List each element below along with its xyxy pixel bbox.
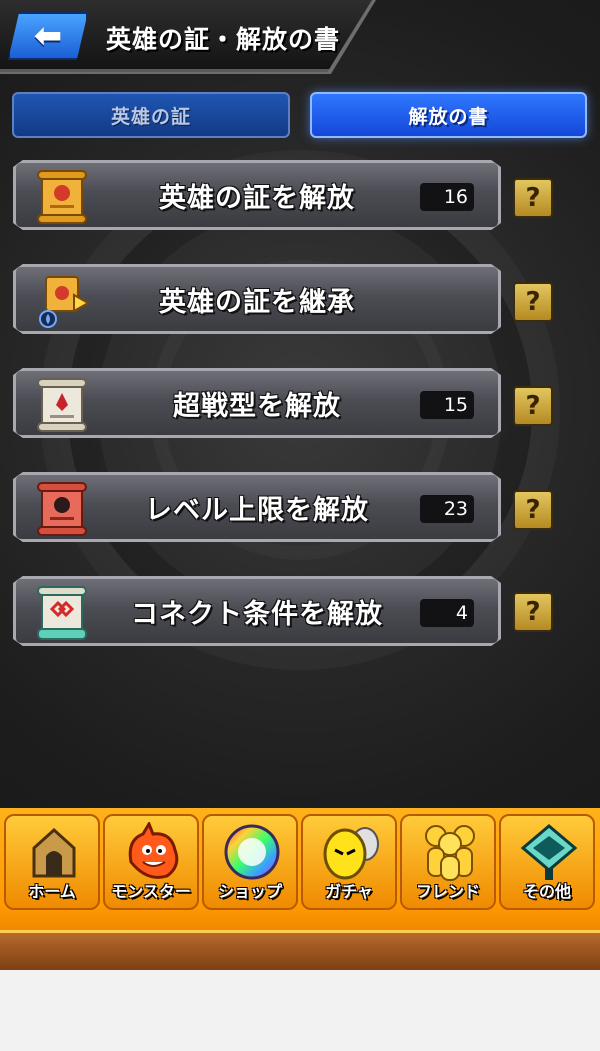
menu-row-count: 23 xyxy=(420,495,474,523)
tab-release-book-label: 解放の書 xyxy=(408,105,489,128)
tab-hero-proof-label: 英雄の証 xyxy=(110,105,191,128)
help-icon: ? xyxy=(525,495,541,525)
nav-friend-button[interactable]: フレンド xyxy=(400,814,496,910)
menu-row-release-connect[interactable]: コネクト条件を解放 4 xyxy=(13,576,501,646)
gacha-egg-icon xyxy=(323,827,379,880)
nav-other-button[interactable]: その他 xyxy=(499,814,595,910)
nav-gacha-button[interactable]: ガチャ xyxy=(301,814,397,910)
help-icon: ? xyxy=(525,183,541,213)
tab-hero-proof[interactable]: 英雄の証 xyxy=(12,92,290,138)
menu-row-label: 英雄の証を解放 xyxy=(159,182,355,214)
nav-gacha-label: ガチャ xyxy=(325,882,373,901)
nav-monster-label: モンスター xyxy=(111,882,191,901)
menu-row-release-hero-proof[interactable]: 英雄の証を解放 16 xyxy=(13,160,501,230)
nav-monster-button[interactable]: モンスター xyxy=(103,814,199,910)
nav-shop-button[interactable]: ショップ xyxy=(202,814,298,910)
game-screen: ⬅ 英雄の証・解放の書 英雄の証 解放の書 英雄の証を解放 16 ? 英雄の証を… xyxy=(0,0,600,970)
nav-friend-label: フレンド xyxy=(415,882,480,901)
help-button[interactable]: ? xyxy=(513,592,553,632)
home-icon xyxy=(32,827,76,878)
friends-icon xyxy=(425,825,475,881)
scroll-transfer-icon xyxy=(39,276,90,328)
monster-icon xyxy=(128,822,179,879)
menu-row-label: 超戦型を解放 xyxy=(173,390,341,422)
scroll-white-icon xyxy=(37,378,87,432)
page-title: 英雄の証・解放の書 xyxy=(106,25,341,54)
shop-orb-icon xyxy=(224,824,280,880)
help-button[interactable]: ? xyxy=(513,490,553,530)
scroll-gold-icon xyxy=(37,170,87,224)
menu-row-inherit-hero-proof[interactable]: 英雄の証を継承 xyxy=(13,264,501,334)
other-icon xyxy=(520,824,578,880)
help-icon: ? xyxy=(525,391,541,421)
scroll-red-icon xyxy=(37,482,87,536)
menu-row-release-super-battle[interactable]: 超戦型を解放 15 xyxy=(13,368,501,438)
back-arrow-icon: ⬅ xyxy=(33,16,63,56)
help-button[interactable]: ? xyxy=(513,178,553,218)
help-button[interactable]: ? xyxy=(513,282,553,322)
nav-home-button[interactable]: ホーム xyxy=(4,814,100,910)
scroll-teal-icon xyxy=(37,586,87,640)
menu-row-count: 4 xyxy=(420,599,474,627)
menu-row-label: レベル上限を解放 xyxy=(145,494,369,526)
nav-home-label: ホーム xyxy=(28,882,76,901)
menu-row-release-level-cap[interactable]: レベル上限を解放 23 xyxy=(13,472,501,542)
bottom-nav-base xyxy=(0,930,600,970)
nav-other-label: その他 xyxy=(522,882,571,901)
help-icon: ? xyxy=(525,287,541,317)
menu-row-count: 16 xyxy=(420,183,474,211)
menu-row-label: 英雄の証を継承 xyxy=(159,286,355,318)
nav-shop-label: ショップ xyxy=(217,882,282,901)
help-icon: ? xyxy=(525,597,541,627)
help-button[interactable]: ? xyxy=(513,386,553,426)
menu-row-label: コネクト条件を解放 xyxy=(131,598,383,630)
back-button[interactable]: ⬅ xyxy=(8,12,88,60)
tab-release-book[interactable]: 解放の書 xyxy=(310,92,587,138)
menu-row-count: 15 xyxy=(420,391,474,419)
